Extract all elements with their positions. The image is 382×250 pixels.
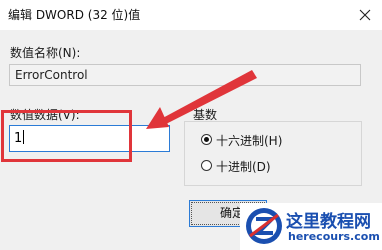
watermark: 这里教程网 herecours.com bbox=[240, 203, 382, 250]
z-logo-icon bbox=[246, 208, 282, 244]
watermark-title: 这里教程网 bbox=[286, 212, 371, 232]
watermark-url: herecours.com bbox=[288, 230, 380, 243]
